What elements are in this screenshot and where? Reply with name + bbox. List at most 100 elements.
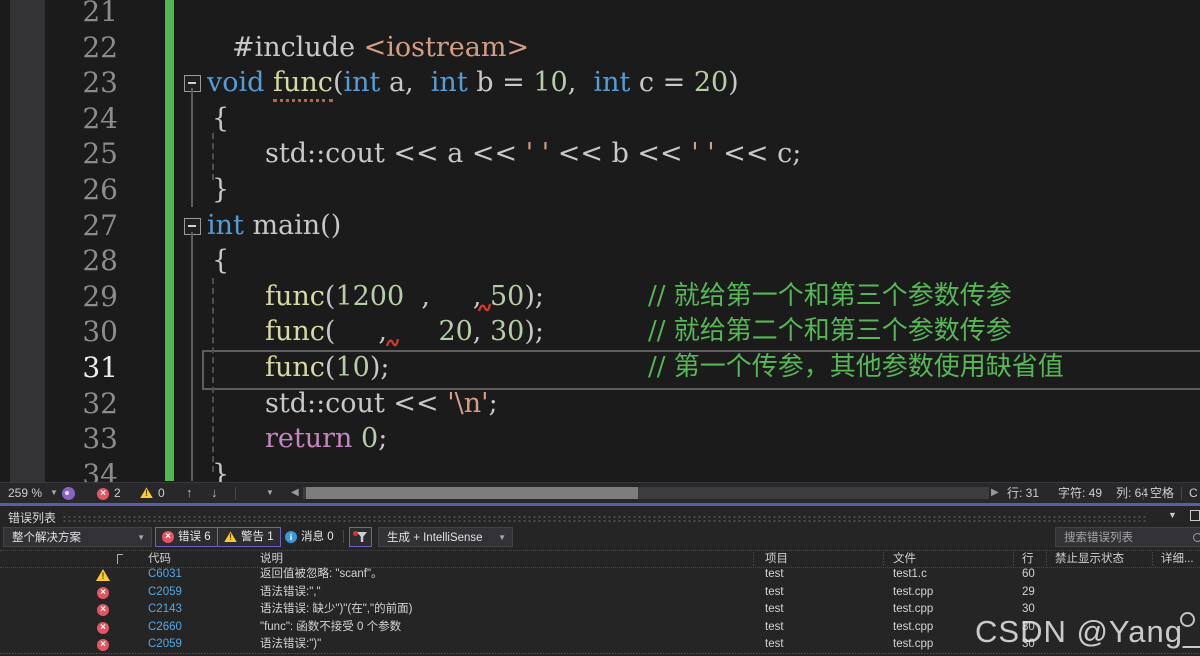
column-suppression[interactable]: 禁止显示状态 (1055, 551, 1124, 567)
code-token: 0 (361, 423, 378, 454)
indent-guide (212, 278, 214, 472)
pin-icon[interactable] (1190, 510, 1200, 521)
line-number[interactable]: 33 (40, 421, 118, 457)
search-input[interactable] (1062, 529, 1186, 547)
cell-code[interactable]: C2660 (148, 619, 182, 637)
cell-code[interactable]: C2143 (148, 601, 182, 619)
code-token: ( (325, 281, 336, 312)
scroll-left-icon[interactable]: ◀ (291, 483, 299, 503)
fold-guide-line (191, 232, 193, 481)
line-number[interactable]: 31 (40, 350, 118, 386)
cell-code[interactable]: C6031 (148, 566, 182, 584)
code-line[interactable]: #include <iostream> (232, 30, 529, 66)
line-number[interactable]: 27 (40, 208, 118, 244)
code-token: ( , (325, 316, 439, 347)
code-token: ; (489, 388, 498, 419)
code-line[interactable]: func(10); (265, 350, 389, 386)
error-icon: × (97, 622, 109, 634)
horizontal-scrollbar[interactable] (303, 487, 989, 499)
char-indicator[interactable]: 字符: 49 (1058, 483, 1102, 503)
editor-status-bar: 259 % ▼ × 2 ! 0 ↑ ↓ ▼ ◀ ▶ 行: 31 字符: 49 列… (0, 482, 1200, 504)
line-number[interactable]: 23 (40, 65, 118, 101)
zoom-dropdown-icon[interactable]: ▼ (50, 483, 58, 503)
prev-change-icon[interactable]: ↑ (186, 483, 193, 503)
brush-dropdown-icon[interactable]: ▼ (266, 483, 274, 503)
column-description[interactable]: 说明 (260, 551, 283, 567)
encoding-indicator[interactable]: C (1189, 483, 1198, 503)
chevron-down-icon[interactable]: ▼ (1168, 510, 1177, 520)
code-token: ); (524, 316, 544, 347)
error-count[interactable]: 2 (114, 483, 121, 503)
code-line[interactable]: { (212, 101, 229, 137)
column-line[interactable]: 行 (1022, 551, 1034, 567)
cell-project: test (765, 636, 784, 654)
visual-studio-window: 2122 #include <iostream> 23 void func(int a… (0, 0, 1200, 656)
code-line[interactable]: return 0; (265, 421, 387, 457)
filter-button[interactable] (349, 527, 372, 547)
line-number[interactable]: 30 (40, 314, 118, 350)
code-line[interactable]: { (212, 243, 229, 279)
line-number[interactable]: 24 (40, 101, 118, 137)
error-icon: × (97, 587, 109, 599)
code-token: 10 (533, 67, 567, 98)
code-line[interactable]: void func(int a, int b = 10, int c = 20) (207, 65, 739, 101)
next-change-icon[interactable]: ↓ (211, 483, 218, 503)
line-number[interactable]: 29 (40, 279, 118, 315)
scroll-right-icon[interactable]: ▶ (991, 483, 999, 503)
scrollbar-thumb[interactable] (306, 487, 638, 499)
warnings-filter-button[interactable]: !警告 1 (217, 527, 281, 547)
severity-column-icon[interactable] (117, 554, 123, 564)
zoom-level[interactable]: 259 % (8, 483, 42, 503)
code-line[interactable]: std::cout << a << ' ' << b << ' ' << c; (265, 136, 801, 172)
code-editor[interactable]: 2122 #include <iostream> 23 void func(int a… (0, 0, 1200, 482)
search-box[interactable] (1055, 527, 1200, 547)
warning-count[interactable]: 0 (158, 483, 165, 503)
error-list-row[interactable]: !C6031返回值被忽略: "scanf"。testtest1.c60 (0, 566, 1200, 584)
watermark: CSDN @Yang__0903 (975, 614, 1200, 650)
line-number[interactable]: 21 (40, 0, 118, 30)
line-number[interactable]: 22 (40, 30, 118, 66)
chevron-down-icon: ▼ (137, 528, 145, 548)
scope-dropdown[interactable]: 整个解决方案 ▼ (3, 527, 152, 547)
code-token: #include (232, 32, 364, 63)
cell-code[interactable]: C2059 (148, 584, 182, 602)
code-token: { (212, 245, 229, 276)
screen-reader-icon[interactable] (62, 487, 75, 500)
line-number[interactable]: 32 (40, 386, 118, 422)
line-number[interactable]: 34 (40, 457, 118, 482)
code-line[interactable]: } (212, 172, 229, 208)
error-icon: × (162, 531, 174, 543)
code-line[interactable]: int main() (207, 208, 341, 244)
column-code[interactable]: 代码 (148, 551, 171, 567)
source-dropdown[interactable]: 生成 + IntelliSense ▼ (378, 527, 513, 547)
spaces-indicator[interactable]: 空格 (1150, 483, 1174, 503)
errors-filter-button[interactable]: ×错误 6 (155, 527, 218, 547)
panel-drag-texture[interactable] (62, 515, 1148, 522)
warning-count-icon[interactable]: ! (140, 487, 153, 498)
column-file[interactable]: 文件 (893, 551, 916, 567)
warning-icon: ! (224, 531, 237, 542)
error-list-row[interactable]: ×C2059语法错误:","testtest.cpp29 (0, 584, 1200, 602)
line-number[interactable]: 26 (40, 172, 118, 208)
code-line[interactable]: } (212, 457, 229, 482)
messages-filter-button[interactable]: i消息 0 (285, 527, 334, 547)
code-row: 23 void func(int a, int b = 10, int c = 2… (0, 65, 1200, 101)
code-comment: // 第一个传参，其他参数使用缺省值 (648, 350, 1064, 386)
line-number[interactable]: 28 (40, 243, 118, 279)
line-indicator[interactable]: 行: 31 (1007, 483, 1039, 503)
code-line[interactable]: func(1200 , , 50); (265, 279, 544, 315)
code-line[interactable]: std::cout << '\n'; (265, 386, 498, 422)
cell-description: 语法错误: 缺少")"(在","的前面) (260, 601, 412, 619)
cell-code[interactable]: C2059 (148, 636, 182, 654)
line-number[interactable]: 25 (40, 136, 118, 172)
code-token: ); (370, 352, 390, 383)
code-line[interactable]: func( , 20, 30); (265, 314, 544, 350)
code-token: func (265, 281, 325, 312)
code-token: b = (468, 67, 534, 98)
column-project[interactable]: 项目 (765, 551, 788, 567)
code-token: std::cout << (265, 388, 447, 419)
error-count-icon[interactable]: × (97, 487, 109, 500)
column-detail[interactable]: 详细... (1161, 551, 1194, 567)
cell-line: 29 (1022, 584, 1035, 602)
code-token: ; (378, 423, 387, 454)
